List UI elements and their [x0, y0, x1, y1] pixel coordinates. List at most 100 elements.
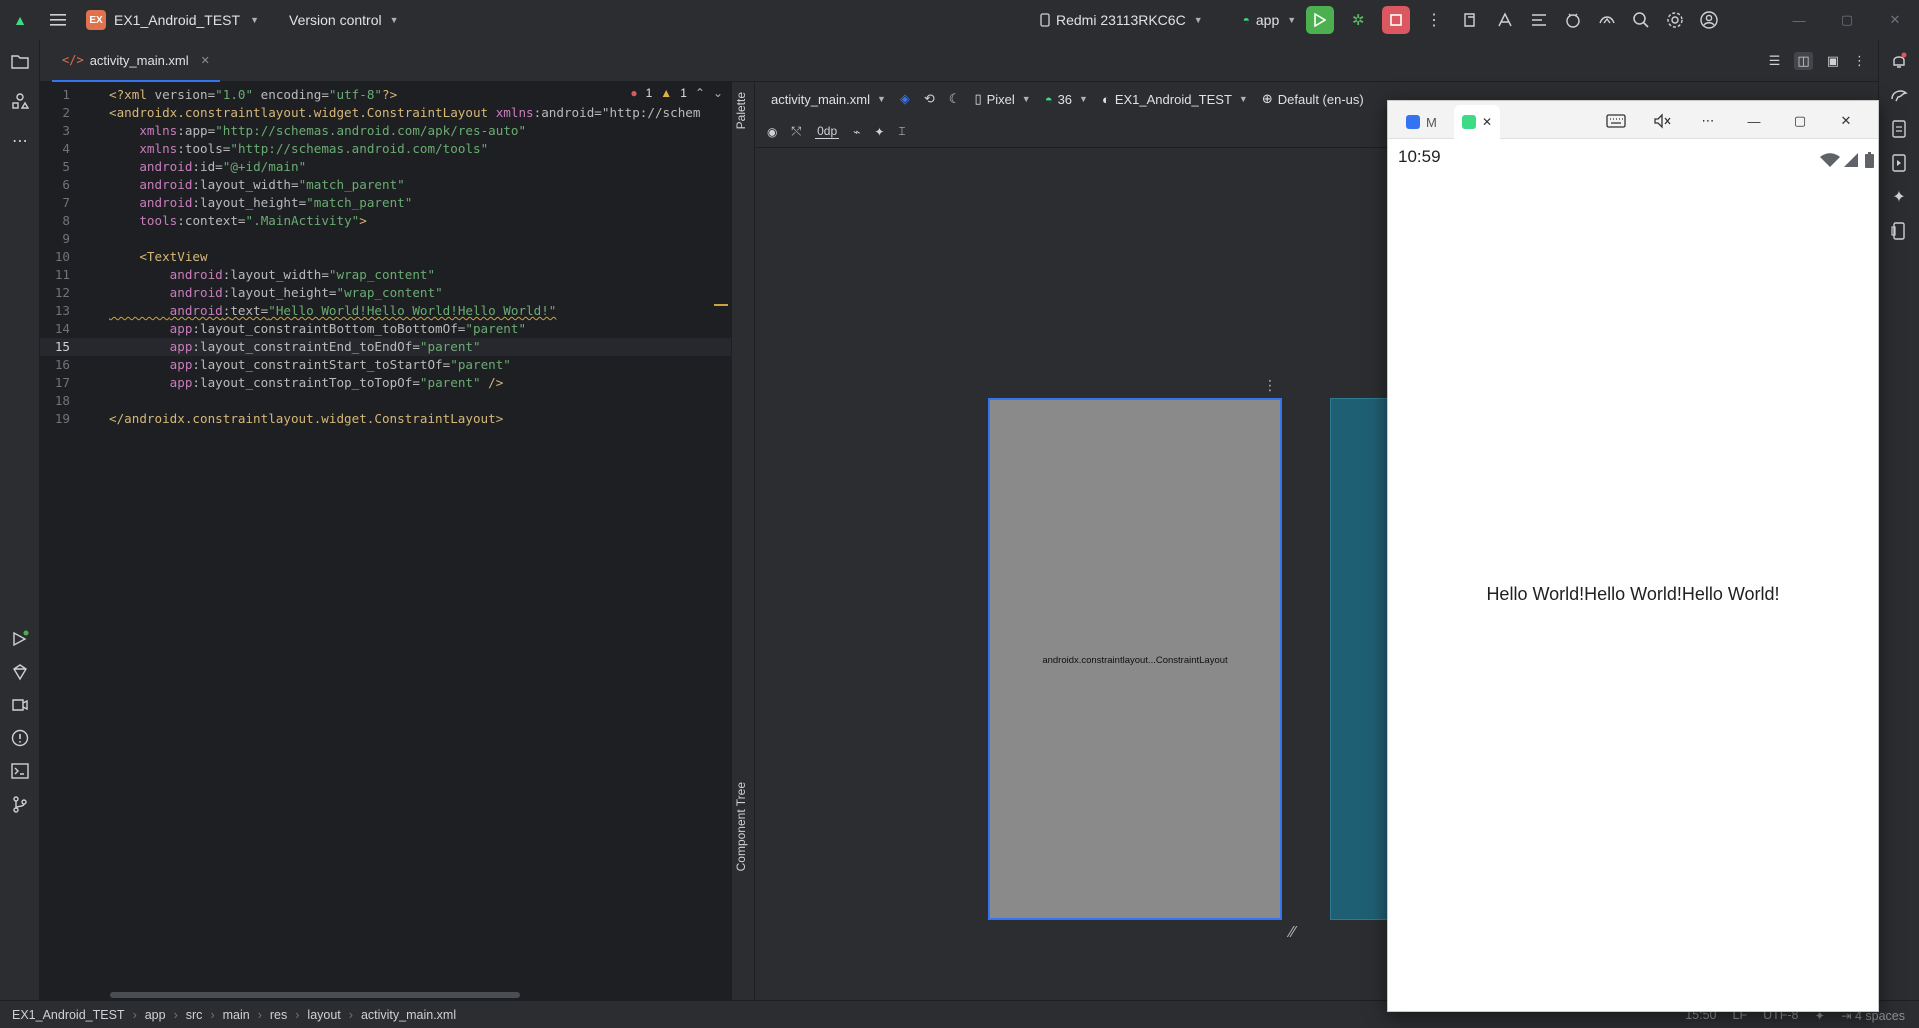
code-editor[interactable]: 1 2 3 4 5 6 7 8 9 10 11 12 13 14 15 16 17 18 19 <?xml vers…	[40, 82, 731, 1000]
line-number[interactable]: 16	[44, 356, 70, 374]
locale-selector[interactable]: ⊕ Default (en-us)	[1262, 91, 1364, 107]
line-number[interactable]: 17	[44, 374, 70, 392]
code-line[interactable]: android:layout_width="match_parent"	[109, 176, 404, 194]
more-tools-icon[interactable]: ⋯	[9, 130, 31, 152]
run-config-selector[interactable]: ◓ app ▼	[1243, 12, 1297, 28]
code-line[interactable]: <TextView	[109, 248, 207, 266]
app-quality-insights-icon[interactable]	[9, 661, 31, 683]
line-number[interactable]: 6	[44, 176, 70, 194]
split-view-icon[interactable]: ◫	[1794, 52, 1813, 70]
breadcrumb-item[interactable]: layout	[307, 1008, 340, 1022]
project-folder-icon[interactable]	[9, 50, 31, 72]
code-line[interactable]: android:layout_width="wrap_content"	[109, 266, 435, 284]
line-number[interactable]: 5	[44, 158, 70, 176]
chevron-down-icon[interactable]: ⌄	[713, 86, 723, 100]
resize-handle-icon[interactable]: ⁄⁄	[1290, 924, 1295, 942]
tab-activity-main-xml[interactable]: </> activity_main.xml ✕	[52, 40, 220, 82]
close-tab-icon[interactable]: ✕	[1482, 115, 1492, 129]
line-number[interactable]: 1	[44, 86, 70, 104]
close-tab-icon[interactable]: ✕	[201, 54, 210, 67]
line-number[interactable]: 3	[44, 122, 70, 140]
code-line[interactable]: android:text="Hello World!Hello World!He…	[109, 302, 557, 320]
design-preview-screen[interactable]: androidx.constraintlayout...ConstraintLa…	[988, 398, 1282, 920]
line-number[interactable]: 10	[44, 248, 70, 266]
device-file-explorer-icon[interactable]	[1888, 118, 1910, 140]
close-icon[interactable]: ✕	[1871, 0, 1919, 40]
api-level-selector[interactable]: ◓ 36 ▼	[1045, 92, 1088, 107]
emulator-icon[interactable]	[1888, 220, 1910, 242]
sdk-manager-icon[interactable]	[1596, 9, 1618, 31]
version-control-menu[interactable]: Version control ▼	[289, 12, 399, 28]
emulator-tab-2[interactable]: ✕	[1454, 105, 1501, 139]
maximize-icon[interactable]: ▢	[1790, 111, 1810, 131]
maximize-icon[interactable]: ▢	[1823, 0, 1871, 40]
code-line[interactable]: xmlns:tools="http://schemas.android.com/…	[109, 140, 488, 158]
breadcrumb-item[interactable]: main	[223, 1008, 250, 1022]
running-devices-icon[interactable]	[1888, 152, 1910, 174]
infer-constraints-icon[interactable]: ✦	[874, 125, 884, 139]
warning-stripe-marker[interactable]	[714, 304, 728, 306]
breadcrumb-item[interactable]: activity_main.xml	[361, 1008, 456, 1022]
notifications-bell-icon[interactable]	[1888, 50, 1910, 72]
run-window-icon[interactable]	[9, 628, 31, 650]
code-line[interactable]: app:layout_constraintEnd_toEndOf="parent…	[109, 338, 481, 356]
code-line[interactable]: <?xml version="1.0" encoding="utf-8"?>	[109, 86, 397, 104]
device-manager-icon[interactable]	[1562, 9, 1584, 31]
line-number[interactable]: 7	[44, 194, 70, 212]
code-line[interactable]: </androidx.constraintlayout.widget.Const…	[109, 410, 503, 428]
project-selector[interactable]: EX EX1_Android_TEST ▼	[86, 10, 259, 30]
code-view-icon[interactable]: ☰	[1769, 53, 1781, 69]
main-menu-icon[interactable]	[40, 13, 76, 27]
problems-icon[interactable]	[9, 727, 31, 749]
clear-constraints-icon[interactable]: ⌁	[853, 125, 860, 139]
minimize-icon[interactable]: —	[1775, 0, 1823, 40]
breadcrumb-item[interactable]: app	[145, 1008, 166, 1022]
theme-selector[interactable]: ◐ EX1_Android_TEST ▼	[1102, 92, 1248, 107]
code-line[interactable]: android:layout_height="match_parent"	[109, 194, 412, 212]
apply-changes-icon[interactable]	[1494, 9, 1516, 31]
inspection-widget[interactable]: ● 1 ▲ 1 ⌃ ⌄	[630, 86, 723, 100]
device-preview-selector[interactable]: ▯ Pixel ▼	[974, 91, 1030, 107]
more-actions-button[interactable]: ⋮	[1420, 6, 1448, 34]
line-number[interactable]: 11	[44, 266, 70, 284]
resource-manager-icon[interactable]	[9, 90, 31, 112]
line-number[interactable]: 9	[44, 230, 70, 248]
run-button[interactable]	[1306, 6, 1335, 34]
layout-inspector-icon[interactable]	[1528, 9, 1550, 31]
file-selector[interactable]: activity_main.xml ▼	[771, 92, 886, 107]
autoconnect-icon[interactable]: ⤲	[791, 124, 801, 139]
line-number[interactable]: 18	[44, 392, 70, 410]
mute-icon[interactable]	[1652, 111, 1672, 131]
hello-world-textview[interactable]: Hello World!Hello World!Hello World!	[1388, 584, 1878, 605]
debug-button[interactable]: ✲	[1344, 6, 1372, 34]
line-number[interactable]: 15	[44, 338, 70, 356]
palette-panel-tab[interactable]: Palette	[734, 92, 748, 129]
gemini-sparkle-icon[interactable]: ✦	[1888, 186, 1910, 208]
code-line[interactable]: <androidx.constraintlayout.widget.Constr…	[109, 104, 700, 122]
design-view-icon[interactable]: ▣	[1827, 53, 1839, 69]
settings-gear-icon[interactable]	[1664, 9, 1686, 31]
gradle-icon[interactable]	[1888, 84, 1910, 106]
more-horizontal-icon[interactable]: ⋯	[1698, 111, 1718, 131]
line-number[interactable]: 2	[44, 104, 70, 122]
night-mode-icon[interactable]: ☾	[949, 91, 961, 107]
search-icon[interactable]	[1630, 9, 1652, 31]
sync-project-icon[interactable]	[1460, 9, 1482, 31]
code-line[interactable]: app:layout_constraintTop_toTopOf="parent…	[109, 374, 504, 392]
code-line[interactable]: android:id="@+id/main"	[109, 158, 306, 176]
orientation-icon[interactable]: ⟲	[924, 91, 935, 107]
default-margin-field[interactable]: 0dp	[815, 124, 840, 139]
guidelines-icon[interactable]: ⌶	[898, 124, 905, 139]
keyboard-icon[interactable]	[1606, 111, 1626, 131]
line-number[interactable]: 13	[44, 302, 70, 320]
code-area[interactable]: <?xml version="1.0" encoding="utf-8"?> <a…	[109, 82, 729, 1000]
terminal-icon[interactable]	[9, 760, 31, 782]
account-icon[interactable]	[1698, 9, 1720, 31]
minimize-icon[interactable]: —	[1744, 111, 1764, 131]
breadcrumb-item[interactable]: res	[270, 1008, 287, 1022]
line-number[interactable]: 8	[44, 212, 70, 230]
emulator-tab-1[interactable]: M	[1398, 105, 1445, 139]
code-line[interactable]: app:layout_constraintBottom_toBottomOf="…	[109, 320, 526, 338]
chevron-up-icon[interactable]: ⌃	[695, 86, 705, 100]
close-icon[interactable]: ✕	[1836, 111, 1856, 131]
